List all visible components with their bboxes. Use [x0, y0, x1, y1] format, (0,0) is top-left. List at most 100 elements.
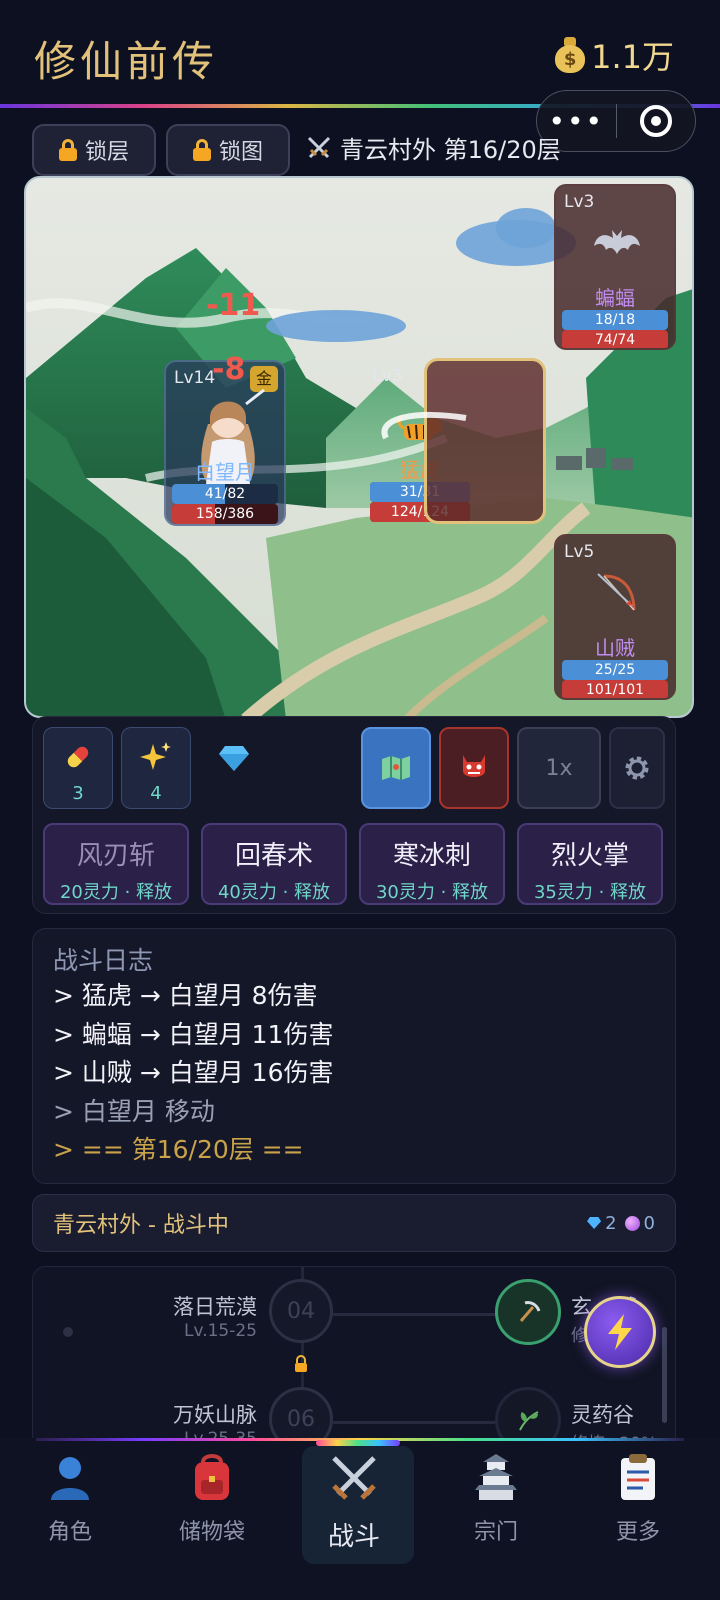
hp-bar: 101/101: [562, 680, 668, 698]
skill-cost: 40灵力 · 释放: [217, 882, 331, 903]
log-line: > 蝙蝠 → 白望月 11伤害: [53, 1019, 334, 1049]
pill-icon: [67, 746, 89, 768]
log-line: > == 第16/20层 ==: [53, 1135, 304, 1164]
mp-bar: 18/18: [562, 310, 668, 330]
hp-value: 158/386: [195, 506, 255, 522]
lock-map-button[interactable]: 锁图: [166, 124, 290, 176]
tab-battle[interactable]: 战斗: [294, 1452, 414, 1553]
bat-unit-card[interactable]: Lv3 蝙蝠 18/18 74/74: [554, 184, 676, 350]
unit-level: Lv3: [372, 366, 403, 386]
crystal-ball-icon: [624, 1215, 640, 1231]
control-panel: 3 4 1x 风刃斩 20灵力 · 释放 回春术 40灵力 · 释放 寒冰刺 3…: [32, 716, 676, 914]
unit-name: 山贼: [595, 636, 635, 660]
bandit-unit-card[interactable]: Lv5 山贼 25/25 101/101: [554, 534, 676, 700]
tab-label: 更多: [615, 1520, 660, 1545]
lock-floor-button[interactable]: 锁层: [32, 124, 156, 176]
log-line: > 猛虎 → 白望月 8伤害: [53, 981, 318, 1010]
skill-name: 寒冰刺: [392, 841, 471, 871]
skill-fire-palm[interactable]: 烈火掌 35灵力 · 释放: [517, 823, 663, 905]
zone-name: 万妖山脉: [173, 1403, 257, 1427]
tab-more[interactable]: 更多: [578, 1452, 698, 1546]
item-count: 4: [150, 783, 162, 804]
target-circle-icon[interactable]: [617, 105, 696, 137]
slash-effect: [381, 411, 467, 440]
app-title: 修仙前传: [34, 37, 219, 86]
speed-button[interactable]: 1x: [517, 727, 601, 809]
gem-count: 2: [605, 1212, 617, 1234]
zone-right-name: 灵药谷: [571, 1403, 634, 1427]
mp-value: 41/82: [204, 486, 246, 502]
mp-bar: 41/82: [172, 484, 278, 504]
sparkle-icon: [140, 742, 171, 770]
mp-value: 25/25: [594, 662, 636, 678]
orb-count: 0: [643, 1212, 655, 1234]
stage-info: 青云村外 第16/20层: [306, 130, 561, 165]
skill-name: 烈火掌: [550, 841, 629, 871]
sparkle-item-button[interactable]: 4: [121, 727, 191, 809]
mining-node[interactable]: [495, 1279, 561, 1345]
hp-bar: 158/386: [172, 504, 278, 524]
unit-name: 白望月: [195, 460, 255, 484]
hp-value: 74/74: [594, 332, 636, 348]
boss-button[interactable]: [439, 727, 509, 809]
tab-sect[interactable]: 宗门: [436, 1452, 556, 1546]
diamond-icon: [219, 746, 249, 771]
tab-label: 战斗: [327, 1522, 380, 1552]
currency-amount: 1.1万: [591, 38, 674, 76]
money-bag-icon: $: [555, 37, 586, 73]
cloud-decoration: [496, 208, 556, 248]
tab-label: 角色: [47, 1520, 92, 1545]
diamond-item-button[interactable]: [199, 727, 269, 809]
resource-counts: 2 0: [587, 1213, 655, 1234]
battle-map[interactable]: -11 Lv14 金 白望月 41/82 158/386 -8 Lv3 猛虎 3…: [24, 176, 694, 718]
map-button[interactable]: [361, 727, 431, 809]
crossed-swords-icon: [332, 1456, 376, 1500]
skill-spring-heal[interactable]: 回春术 40灵力 · 释放: [201, 823, 347, 905]
lightning-icon: [608, 1314, 632, 1350]
lock-icon: [192, 139, 211, 161]
damage-popup: -8: [212, 352, 246, 387]
unit-level: Lv3: [564, 192, 595, 212]
scrollbar[interactable]: [662, 1327, 667, 1423]
battle-status-text: 青云村外 - 战斗中: [53, 1213, 229, 1238]
path-dot: [63, 1327, 73, 1337]
diamond-icon: [587, 1217, 602, 1229]
zone-level-range: Lv.15-25: [183, 1321, 257, 1341]
item-count: 3: [72, 783, 84, 804]
tab-label: 储物袋: [178, 1520, 245, 1545]
settings-button[interactable]: [609, 727, 665, 809]
skill-name: 风刃斩: [76, 841, 155, 871]
currency-display: $ 1.1万: [555, 32, 674, 78]
herb-icon: [519, 1411, 539, 1431]
cloud-decoration: [266, 310, 406, 342]
demon-mask-icon: [463, 755, 485, 777]
lock-icon: [295, 1355, 307, 1372]
auto-battle-button[interactable]: [584, 1296, 656, 1368]
skill-wind-blade[interactable]: 风刃斩 20灵力 · 释放: [43, 823, 189, 905]
backpack-icon: [195, 1454, 229, 1500]
unit-name: 蝙蝠: [595, 286, 635, 310]
tab-character[interactable]: 角色: [10, 1452, 130, 1546]
skill-cost: 30灵力 · 释放: [375, 882, 489, 903]
zone-node[interactable]: 04: [269, 1279, 333, 1343]
tab-storage[interactable]: 储物袋: [152, 1452, 272, 1546]
skill-cost: 20灵力 · 释放: [59, 882, 173, 903]
unit-level: Lv5: [564, 542, 595, 562]
damage-popup: -11: [206, 288, 261, 323]
stage-label: 青云村外 第16/20层: [340, 136, 561, 164]
lock-map-label: 锁图: [218, 140, 263, 165]
zone-map-list[interactable]: 落日荒漠 Lv.15-25 04 玄 脉 修 万妖山脉 Lv.25-35 06 …: [32, 1266, 676, 1456]
skill-cost: 35灵力 · 释放: [533, 882, 647, 903]
lock-floor-label: 锁层: [84, 140, 129, 165]
log-line: > 白望月 移动: [53, 1096, 215, 1126]
clipboard-icon: [621, 1454, 655, 1500]
gear-icon: [625, 756, 649, 780]
bow-arrow-icon: [597, 573, 636, 611]
status-bar: 青云村外 - 战斗中 2 0: [32, 1194, 676, 1252]
battle-log[interactable]: 战斗日志 > 猛虎 → 白望月 8伤害 > 蝙蝠 → 白望月 11伤害 > 山贼…: [32, 928, 676, 1184]
hp-value: 101/101: [585, 682, 645, 698]
active-tab-indicator: [316, 1440, 400, 1446]
hp-bar: 74/74: [562, 330, 668, 348]
skill-ice-spike[interactable]: 寒冰刺 30灵力 · 释放: [359, 823, 505, 905]
pill-item-button[interactable]: 3: [43, 727, 113, 809]
